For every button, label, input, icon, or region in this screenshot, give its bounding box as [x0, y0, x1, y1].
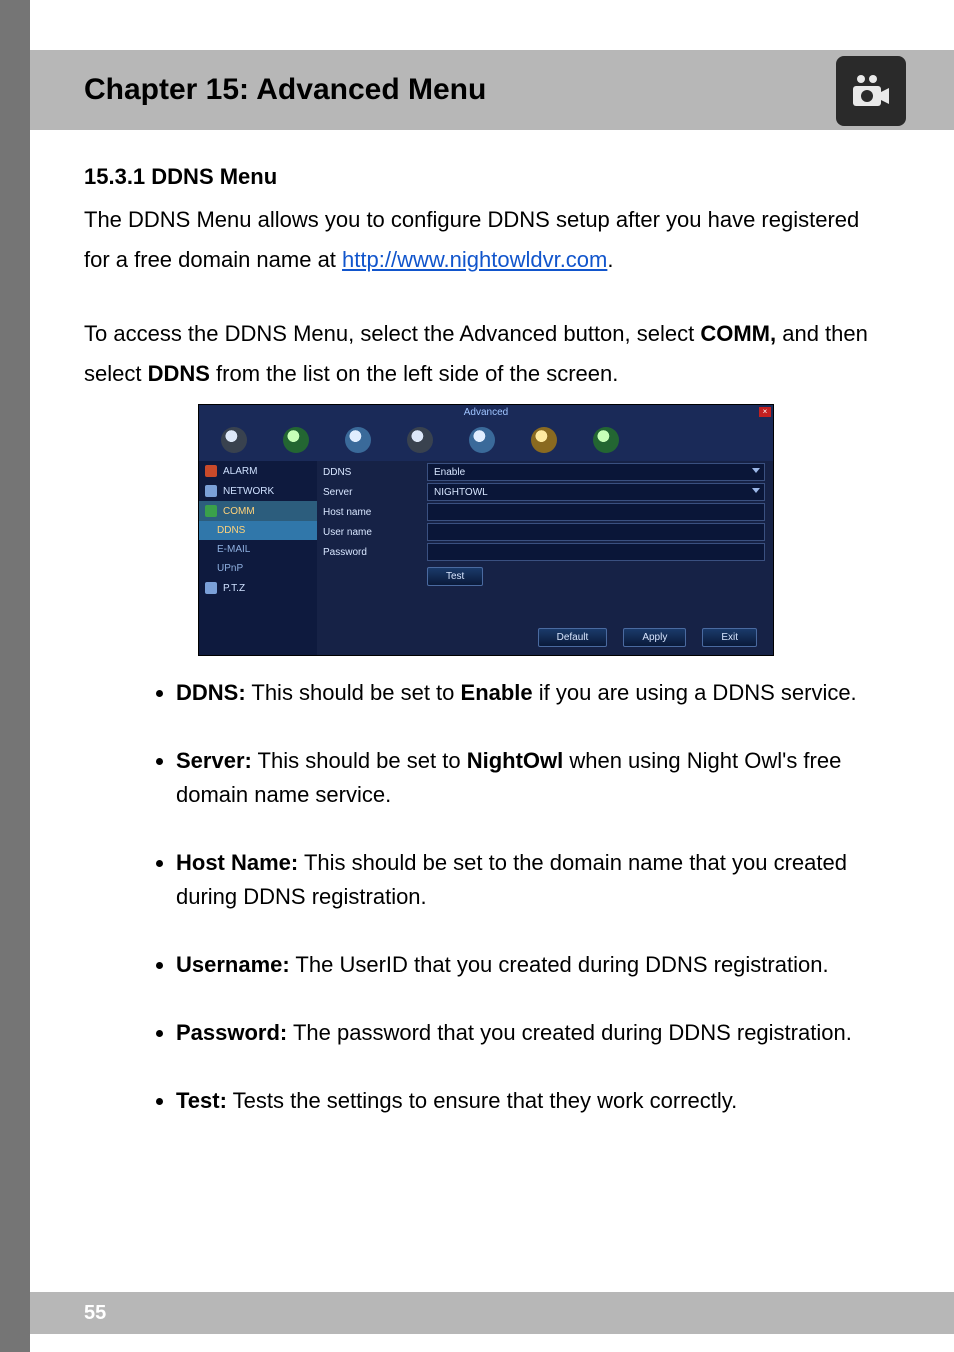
default-button[interactable]: Default: [538, 628, 608, 647]
sidebar-item-upnp[interactable]: UPnP: [199, 559, 317, 578]
term: Host Name:: [176, 850, 298, 875]
access-text: To access the DDNS Menu, select the Adva…: [84, 321, 700, 346]
close-icon[interactable]: ×: [759, 407, 771, 417]
exit-button[interactable]: Exit: [702, 628, 757, 647]
ddns-registration-link[interactable]: http://www.nightowldvr.com: [342, 247, 607, 272]
term: Server:: [176, 748, 252, 773]
text: Tests the settings to ensure that they w…: [227, 1088, 737, 1113]
bullet-username: Username: The UserID that you created du…: [176, 948, 870, 982]
ddns-form: DDNS Enable Server NIGHTOWL Host name Us…: [323, 463, 765, 587]
content-body: 15.3.1 DDNS Menu The DDNS Menu allows yo…: [84, 152, 870, 1152]
tool-icon-5[interactable]: [469, 427, 495, 453]
text-after: if you are using a DDNS service.: [533, 680, 857, 705]
sidebar-label: NETWORK: [223, 486, 274, 497]
chapter-header: Chapter 15: Advanced Menu: [30, 50, 954, 130]
sidebar-item-ddns[interactable]: DDNS: [199, 521, 317, 540]
text: This should be set to: [246, 680, 461, 705]
intro-text-tail: .: [607, 247, 613, 272]
sidebar-item-email[interactable]: E-MAIL: [199, 540, 317, 559]
bullet-ddns: DDNS: This should be set to Enable if yo…: [176, 676, 870, 710]
sidebar-item-alarm[interactable]: ALARM: [199, 461, 317, 481]
access-paragraph: To access the DDNS Menu, select the Adva…: [84, 314, 870, 394]
access-text3: from the list on the left side of the sc…: [210, 361, 618, 386]
sidebar-label: ALARM: [223, 466, 257, 477]
label-ddns: DDNS: [323, 467, 427, 478]
text: The UserID that you created during DDNS …: [290, 952, 829, 977]
bullet-list: DDNS: This should be set to Enable if yo…: [84, 676, 870, 1118]
term: DDNS:: [176, 680, 246, 705]
ptz-icon: [205, 582, 217, 594]
button-row: Default Apply Exit: [538, 628, 757, 647]
bullet-password: Password: The password that you created …: [176, 1016, 870, 1050]
chevron-down-icon: [752, 488, 760, 493]
label-hostname: Host name: [323, 507, 427, 518]
tool-icon-2[interactable]: [283, 427, 309, 453]
toolbar: [205, 421, 767, 459]
sidebar-label: COMM: [223, 506, 255, 517]
dvr-body: ALARM NETWORK COMM DDNS E-MAIL UPnP P.T.…: [199, 461, 773, 655]
ddns-value: Enable: [434, 467, 465, 478]
sidebar-label: E-MAIL: [217, 544, 250, 555]
page-footer: 55: [30, 1292, 954, 1334]
dvr-sidebar: ALARM NETWORK COMM DDNS E-MAIL UPnP P.T.…: [199, 461, 317, 655]
term: Username:: [176, 952, 290, 977]
label-username: User name: [323, 527, 427, 538]
bullet-test: Test: Tests the settings to ensure that …: [176, 1084, 870, 1118]
bullet-hostname: Host Name: This should be set to the dom…: [176, 846, 870, 914]
chevron-down-icon: [752, 468, 760, 473]
row-password: Password: [323, 543, 765, 561]
chapter-title: Chapter 15: Advanced Menu: [84, 73, 486, 107]
hostname-input[interactable]: [427, 503, 765, 521]
term2: Enable: [461, 680, 533, 705]
server-select[interactable]: NIGHTOWL: [427, 483, 765, 501]
alarm-icon: [205, 465, 217, 477]
label-password: Password: [323, 547, 427, 558]
term2: NightOwl: [467, 748, 564, 773]
access-term-ddns: DDNS: [148, 361, 210, 386]
row-hostname: Host name: [323, 503, 765, 521]
dvr-screenshot: Advanced × ALARM NETWORK COMM DDNS E-MAI…: [198, 404, 774, 656]
row-test: Test: [323, 567, 765, 585]
left-margin-bar: [0, 0, 30, 1352]
sidebar-item-ptz[interactable]: P.T.Z: [199, 578, 317, 598]
bullet-server: Server: This should be set to NightOwl w…: [176, 744, 870, 812]
row-ddns: DDNS Enable: [323, 463, 765, 481]
apply-button[interactable]: Apply: [623, 628, 686, 647]
sidebar-item-network[interactable]: NETWORK: [199, 481, 317, 501]
window-title: Advanced: [199, 407, 773, 418]
page-number: 55: [84, 1302, 106, 1325]
username-input[interactable]: [427, 523, 765, 541]
ddns-select[interactable]: Enable: [427, 463, 765, 481]
text: This should be set to: [252, 748, 467, 773]
tool-icon-1[interactable]: [221, 427, 247, 453]
section-heading: 15.3.1 DDNS Menu: [84, 164, 870, 190]
test-button[interactable]: Test: [427, 567, 483, 586]
sidebar-label: P.T.Z: [223, 583, 245, 594]
server-value: NIGHTOWL: [434, 487, 488, 498]
sidebar-item-comm[interactable]: COMM: [199, 501, 317, 521]
sidebar-label: DDNS: [217, 525, 245, 536]
tool-icon-3[interactable]: [345, 427, 371, 453]
camera-logo-icon: [836, 56, 906, 126]
tool-icon-4[interactable]: [407, 427, 433, 453]
text: The password that you created during DDN…: [287, 1020, 852, 1045]
password-input[interactable]: [427, 543, 765, 561]
access-term-comm: COMM,: [700, 321, 776, 346]
term: Test:: [176, 1088, 227, 1113]
comm-icon: [205, 505, 217, 517]
intro-paragraph: The DDNS Menu allows you to configure DD…: [84, 200, 870, 280]
network-icon: [205, 485, 217, 497]
term: Password:: [176, 1020, 287, 1045]
row-username: User name: [323, 523, 765, 541]
sidebar-label: UPnP: [217, 563, 243, 574]
page: Chapter 15: Advanced Menu 15.3.1 DDNS Me…: [0, 0, 954, 1352]
row-server: Server NIGHTOWL: [323, 483, 765, 501]
label-server: Server: [323, 487, 427, 498]
tool-icon-6[interactable]: [531, 427, 557, 453]
tool-icon-7[interactable]: [593, 427, 619, 453]
